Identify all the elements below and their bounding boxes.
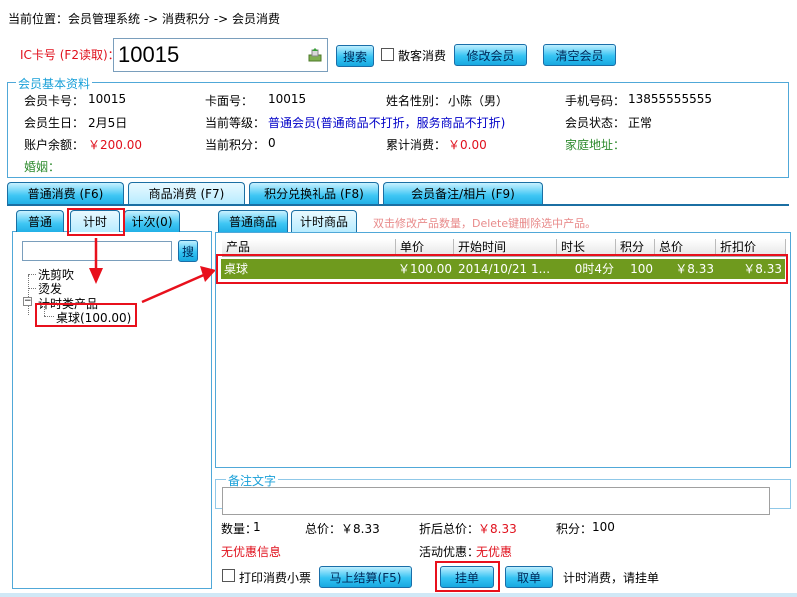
tree-connector-2 (28, 288, 36, 289)
col-total[interactable]: 总价 (655, 239, 716, 257)
discount-total-label: 折后总价： (419, 522, 480, 536)
ic-card-input[interactable]: 10015 (113, 38, 328, 72)
main-tab-underline (7, 204, 789, 206)
phone-label: 手机号码： (565, 94, 626, 108)
row-product: 桌球 (224, 262, 249, 276)
tab-normal-consume[interactable]: 普通消费 (F6) (7, 182, 124, 204)
search-button[interactable]: 搜索 (336, 45, 374, 67)
fetch-order-button[interactable]: 取单 (505, 566, 553, 588)
print-receipt-label: 打印消费小票 (239, 571, 312, 585)
tree-connector-child (44, 306, 45, 316)
col-discount[interactable]: 折扣价 (716, 239, 786, 257)
address-label: 家庭地址： (565, 138, 626, 152)
no-discount-info: 无优惠信息 (221, 545, 282, 559)
col-price[interactable]: 单价 (396, 239, 454, 257)
status-bar (0, 593, 797, 597)
checkout-button[interactable]: 马上结算(F5) (319, 566, 412, 588)
tree-search-input[interactable] (22, 241, 172, 261)
tree-connector-vertical (28, 275, 29, 315)
col-start-time[interactable]: 开始时间 (454, 239, 557, 257)
tab-product-consume[interactable]: 商品消费 (F7) (128, 182, 245, 204)
balance-label: 账户余额： (24, 138, 85, 152)
hint-text: 双击修改产品数量，Delete键删除选中产品。 (373, 217, 597, 230)
tab-member-notes[interactable]: 会员备注/相片 (F9) (383, 182, 543, 204)
birthday-label: 会员生日： (24, 116, 85, 130)
total-label: 累计消费： (386, 138, 447, 152)
row-start-time: 2014/10/21 1... (458, 262, 551, 276)
face-no-label: 卡面号： (205, 94, 254, 108)
breadcrumb: 当前位置：会员管理系统 -> 消费积分 -> 会员消费 (8, 12, 281, 26)
card-no-value: 10015 (88, 92, 127, 106)
clear-member-button[interactable]: 清空会员 (543, 44, 616, 66)
level-label: 当前等级： (205, 116, 266, 130)
row-points: 100 (630, 262, 653, 276)
tree-connector-1 (28, 274, 36, 275)
card-no-label: 会员卡号： (24, 94, 85, 108)
tree-item-billiards[interactable]: 桌球(100.00) (56, 309, 131, 326)
name-label: 姓名性别： (386, 94, 447, 108)
tab-left-normal[interactable]: 普通 (16, 210, 64, 232)
balance-value: ￥200.00 (88, 138, 142, 152)
row-duration: 0时4分 (574, 262, 614, 276)
promo-label: 活动优惠： (419, 545, 480, 559)
marriage-label: 婚姻： (24, 160, 61, 174)
col-product[interactable]: 产品 (222, 239, 396, 257)
ic-card-value: 10015 (118, 42, 180, 67)
card-reader-icon[interactable] (307, 47, 323, 63)
points-value: 0 (268, 136, 276, 150)
col-points[interactable]: 积分 (616, 239, 655, 257)
qty-value: 1 (253, 520, 261, 534)
remark-input[interactable] (222, 487, 770, 515)
modify-member-button[interactable]: 修改会员 (454, 44, 527, 66)
tree-collapse-icon[interactable]: − (23, 297, 32, 306)
tree-search-button[interactable]: 搜 (178, 240, 198, 262)
ic-card-label: IC卡号 (F2读取)： (20, 48, 120, 62)
total-price-label: 总价： (305, 522, 342, 536)
col-duration[interactable]: 时长 (557, 239, 616, 257)
qty-label: 数量： (221, 522, 258, 536)
points-label: 当前积分： (205, 138, 266, 152)
level-value: 普通会员(普通商品不打折，服务商品不打折) (268, 116, 506, 130)
tab-points-gift[interactable]: 积分兑换礼品 (F8) (249, 182, 379, 204)
tab-timing-products[interactable]: 计时商品 (291, 210, 357, 232)
total-price-value: ￥8.33 (341, 522, 380, 536)
bottom-status-text: 计时消费，请挂单 (563, 571, 660, 585)
hang-order-button[interactable]: 挂单 (440, 566, 494, 588)
member-info-title: 会员基本资料 (16, 75, 93, 92)
tab-left-timing[interactable]: 计时 (70, 210, 120, 232)
status-label: 会员状态： (565, 116, 626, 130)
status-value: 正常 (628, 116, 653, 130)
discount-total-value: ￥8.33 (478, 522, 517, 536)
birthday-value: 2月5日 (88, 116, 128, 130)
name-value: 小陈（男） (448, 94, 509, 108)
tab-normal-products[interactable]: 普通商品 (218, 210, 288, 232)
tab-left-count[interactable]: 计次(0) (124, 210, 180, 232)
guest-checkbox[interactable] (381, 48, 394, 61)
row-discount: ￥8.33 (743, 262, 782, 276)
row-price: ￥100.00 (398, 262, 452, 276)
summary-points-value: 100 (592, 520, 615, 534)
phone-value: 13855555555 (628, 92, 712, 106)
summary-points-label: 积分： (556, 522, 593, 536)
promo-value: 无优惠 (476, 545, 513, 559)
guest-label: 散客消费 (398, 49, 447, 63)
row-total: ￥8.33 (675, 262, 714, 276)
face-no-value: 10015 (268, 92, 307, 106)
tree-connector-child-h (44, 316, 54, 317)
total-value: ￥0.00 (448, 138, 487, 152)
print-receipt-checkbox[interactable] (222, 569, 235, 582)
